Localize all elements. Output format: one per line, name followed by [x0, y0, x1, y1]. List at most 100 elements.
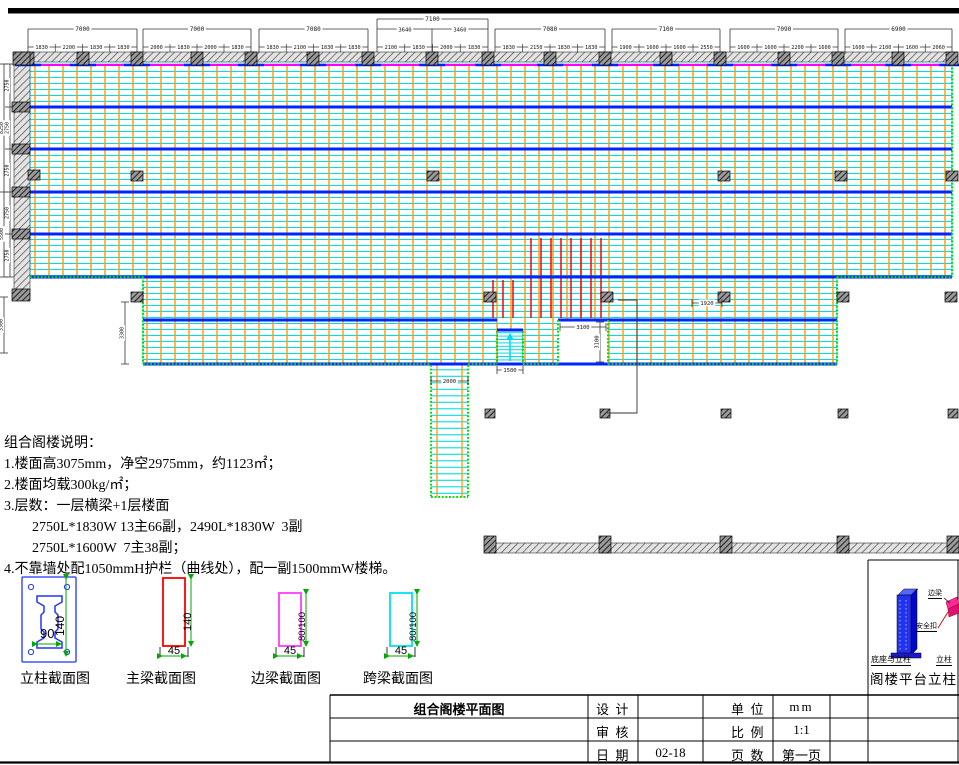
column-block — [835, 171, 847, 181]
notes-heading: 组合阁楼说明： — [4, 432, 102, 452]
dim-label: 1500 — [503, 368, 516, 374]
dim-label: 1830 — [585, 45, 598, 51]
column-block — [12, 289, 30, 301]
note-line: 3.层数：一层横梁+1层楼面 — [4, 495, 169, 515]
dim-label: 1830 — [468, 45, 481, 51]
dim-label: 1830 — [558, 45, 571, 51]
column-block — [28, 170, 40, 180]
note-line: 2.楼面均载300kg/㎡； — [4, 474, 137, 494]
review-label: 审 核 — [596, 722, 629, 741]
column-block — [427, 171, 439, 181]
dim-label: 1830 — [35, 45, 48, 51]
dim-label: 7000 — [75, 26, 90, 33]
cad-drawing-page: 7000183022001830183070002000183020001830… — [0, 0, 959, 765]
dim-label: 7100 — [659, 26, 674, 33]
legend-label-safety-lock: 安全扣 — [916, 621, 937, 632]
column-block — [837, 536, 849, 553]
page-top-border — [8, 8, 959, 14]
column-block — [12, 102, 30, 112]
column-block — [838, 409, 848, 418]
dim-label: 1920 — [700, 301, 713, 307]
column-block — [131, 52, 143, 65]
dim-label: 2200 — [63, 45, 76, 51]
dim-label: 1830 — [266, 45, 279, 51]
dim-label: 2150 — [530, 45, 543, 51]
dim-label: 2060 — [932, 45, 945, 51]
pages-label: 页 数 — [731, 745, 764, 764]
column-block — [131, 292, 143, 302]
date-value: 02-18 — [640, 745, 701, 761]
column-block — [77, 52, 89, 65]
column-block — [832, 52, 844, 65]
column-block — [947, 536, 959, 553]
column-block — [362, 52, 374, 65]
section-diagrams — [22, 577, 417, 662]
column-block — [946, 171, 958, 181]
dim-label: 1830 — [412, 45, 425, 51]
scale-value: 1:1 — [774, 722, 829, 738]
column-block — [892, 52, 904, 65]
dim-label: 1830 — [321, 45, 334, 51]
column-block — [482, 52, 494, 65]
dim-label: 3300 — [0, 319, 5, 331]
dim-label: 1830 — [117, 45, 130, 51]
dim-label: 3100 — [595, 335, 601, 348]
note-line: 2750L*1830W 13主66副，2490L*1830W 3副 — [4, 516, 303, 536]
dim-label: 1900 — [619, 45, 632, 51]
dim-label: 1600 — [852, 45, 865, 51]
dim-label: 7090 — [777, 26, 792, 33]
dim-label: 1600 — [906, 45, 919, 51]
section-dim: 45 — [162, 645, 186, 657]
dim-label: 2750 — [5, 79, 11, 91]
dim-label: 1600 — [646, 45, 659, 51]
section-label-main-beam: 主梁截面图 — [118, 668, 204, 688]
note-line: 1.楼面高3075mm，净空2975mm，约1123㎡； — [4, 453, 282, 473]
column-block — [599, 536, 611, 553]
dim-label: 2100 — [385, 45, 398, 51]
dim-label: 2100 — [294, 45, 307, 51]
column-block — [718, 171, 730, 181]
column-block — [714, 52, 726, 65]
column-block — [12, 229, 30, 239]
column-block — [601, 292, 613, 302]
column-block — [721, 409, 731, 418]
column-block — [13, 52, 30, 65]
dim-label: 6900 — [891, 26, 906, 33]
dim-label: 1600 — [818, 45, 831, 51]
dim-label: 1830 — [503, 45, 516, 51]
dim-label: 2200 — [791, 45, 804, 51]
dim-label: 2000 — [443, 379, 456, 385]
dim-label: 3640 — [398, 28, 411, 34]
dim-label: 5500 — [0, 228, 5, 240]
dim-label: 1830 — [90, 45, 103, 51]
legend-label-column: 立柱 — [936, 654, 952, 666]
dim-label: 7000 — [190, 26, 205, 33]
column-block — [426, 52, 438, 65]
dim-label: 2750 — [5, 207, 11, 219]
column-block — [720, 536, 732, 553]
date-label: 日 期 — [596, 745, 629, 764]
column-block — [191, 52, 203, 65]
section-dim: 80/100 — [297, 612, 308, 641]
dim-label: 2750 — [5, 122, 11, 134]
dim-label: 2100 — [879, 45, 892, 51]
legend-label-base-column: 底座与立柱 — [871, 654, 911, 666]
dim-label: 3460 — [453, 28, 466, 34]
dim-label: 7080 — [306, 26, 321, 33]
column-block — [948, 409, 958, 418]
dim-label: 1830 — [231, 45, 244, 51]
unit-label: 单 位 — [731, 699, 764, 718]
column-block — [837, 292, 849, 302]
column-block — [544, 52, 556, 65]
dim-label: 1830 — [348, 45, 361, 51]
column-block — [307, 52, 319, 65]
section-dim: 45 — [389, 645, 413, 657]
column-block — [600, 409, 610, 418]
floor-plan-drawing: 7000183022001830183070002000183020001830… — [0, 0, 959, 765]
left-wall — [14, 52, 30, 297]
note-line: 4.不靠墙处配1050mmH护栏（曲线处），配一副1500mmW楼梯。 — [4, 558, 396, 578]
pages-value: 第一页 — [774, 745, 829, 764]
column-block — [778, 52, 790, 65]
section-label-column: 立柱截面图 — [12, 668, 98, 688]
scale-label: 比 例 — [731, 722, 764, 741]
